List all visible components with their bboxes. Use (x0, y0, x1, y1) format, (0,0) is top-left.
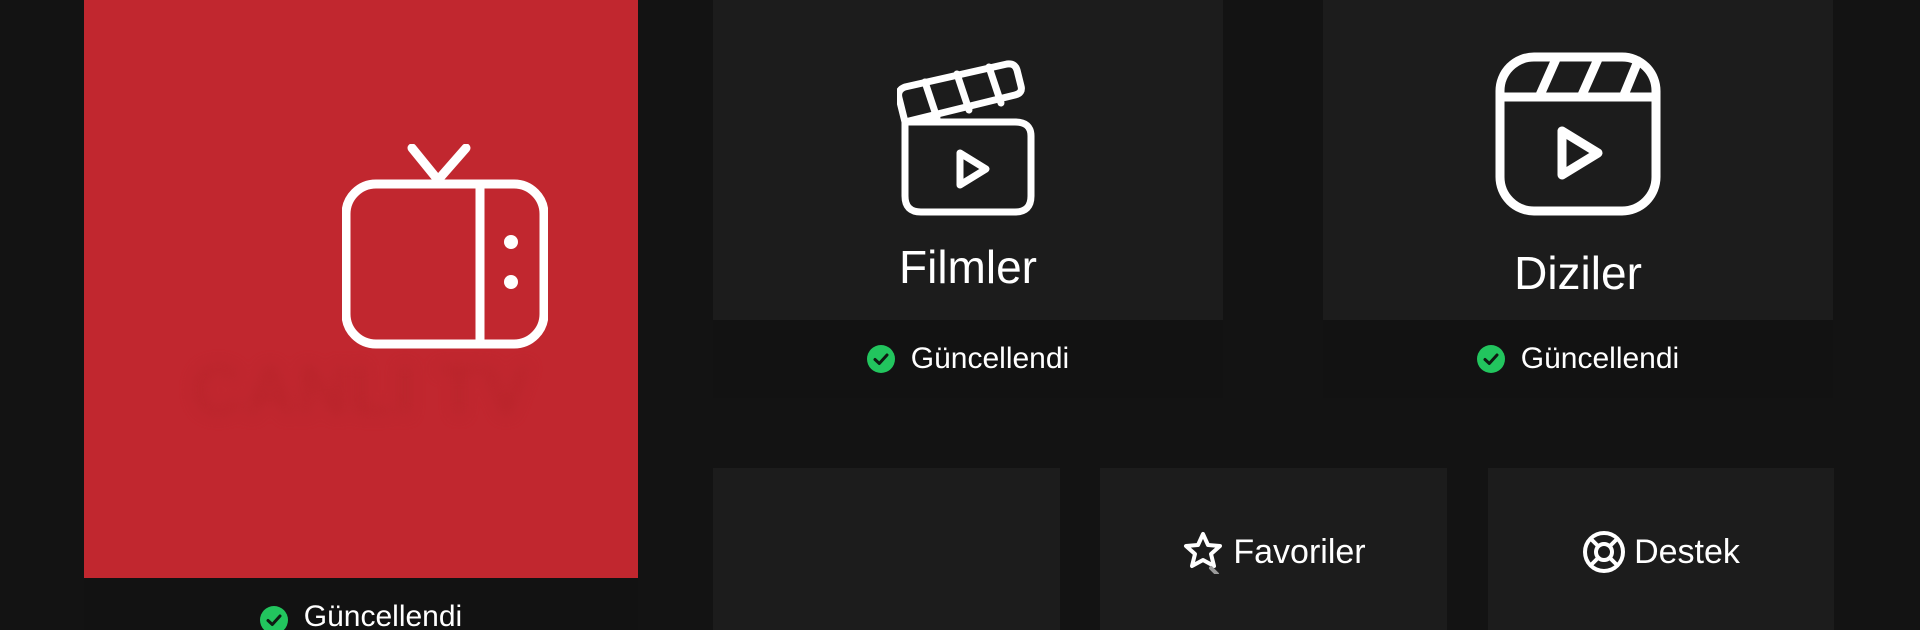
check-circle-icon (866, 345, 895, 373)
series-title: Diziler (1514, 247, 1642, 299)
check-circle-icon (1476, 345, 1505, 373)
series-status-text: Güncellendi (1520, 342, 1680, 375)
favorites-tile[interactable]: Favoriler (1100, 468, 1447, 630)
favorites-label: Favoriler (1233, 532, 1366, 571)
movies-status: Güncellendi (713, 320, 1223, 398)
support-label: Destek (1634, 532, 1740, 571)
home-screen: CANLI TV Güncellendi Filmler Güncellendi… (0, 0, 1920, 630)
support-tile[interactable]: Destek (1488, 468, 1834, 630)
clapperboard-icon (897, 60, 1035, 216)
series-status: Güncellendi (1323, 320, 1833, 398)
star-icon (1184, 532, 1223, 574)
movies-title: Filmler (899, 241, 1037, 293)
live-tv-status: Güncellendi (84, 578, 638, 630)
tv-icon (342, 144, 548, 349)
live-tv-ghost-label: CANLI TV (191, 351, 531, 431)
series-tile[interactable]: Diziler Güncellendi (1323, 0, 1833, 398)
lifebuoy-icon (1583, 531, 1626, 573)
reels-icon (1495, 52, 1661, 216)
empty-tile[interactable] (713, 468, 1060, 630)
movies-status-text: Güncellendi (910, 342, 1070, 375)
live-tv-tile[interactable]: CANLI TV Güncellendi (84, 0, 638, 630)
movies-tile[interactable]: Filmler Güncellendi (713, 0, 1223, 398)
live-tv-status-text: Güncellendi (303, 600, 463, 630)
check-circle-icon (259, 606, 288, 630)
live-tv-tile-face: CANLI TV (84, 0, 638, 578)
